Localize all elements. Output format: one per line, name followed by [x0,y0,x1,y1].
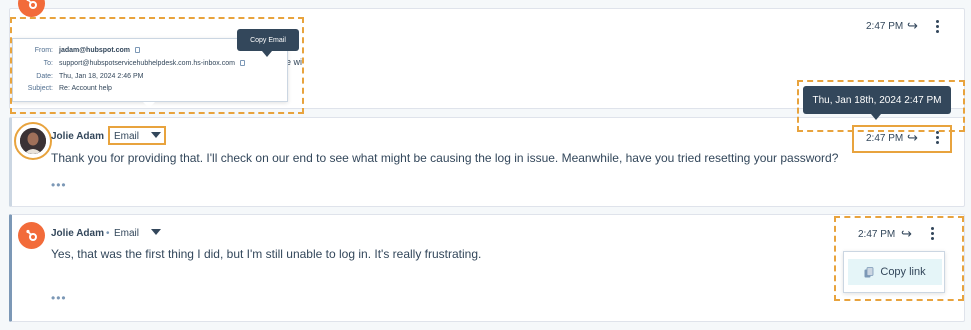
message-actions-menu: Copy link [843,251,945,293]
tooltip-arrow [262,51,272,57]
sender-name[interactable]: Jolie Adam [51,228,104,239]
timestamp-tooltip: Thu, Jan 18th, 2024 2:47 PM [803,86,951,114]
date-label: Date: [36,73,53,80]
message-time[interactable]: 2:47 PM [866,133,903,144]
hubspot-sprocket-icon [25,229,37,241]
kebab-menu-icon[interactable] [936,20,940,33]
copy-icon[interactable] [239,60,245,66]
expand-ellipsis[interactable]: ••• [51,178,67,192]
tooltip-arrow [871,114,881,120]
channel-label[interactable]: Email [114,228,139,239]
forward-icon[interactable]: ↪ [907,130,918,146]
sender-avatar [18,126,48,156]
popover-pointer [143,102,155,108]
truncated-body: e wi [286,57,303,67]
from-value: jadam@hubspot.com [59,47,140,54]
message-body: Yes, that was the first thing I did, but… [51,247,482,261]
caret-down-icon[interactable] [151,229,161,235]
hubspot-sprocket-icon [26,0,37,9]
hubspot-avatar [18,222,45,249]
separator: • [106,228,110,239]
message-body: Thank you for providing that. I'll check… [51,151,839,165]
channel-label[interactable]: Email [114,131,139,142]
caret-down-icon[interactable] [151,132,161,138]
expand-ellipsis[interactable]: ••• [51,291,67,305]
copy-email-tooltip: Copy Email [237,29,299,51]
forward-icon[interactable]: ↪ [907,18,918,34]
subject-value: Re: Account help [59,85,112,92]
kebab-menu-icon[interactable] [931,227,935,240]
forward-icon[interactable]: ↪ [901,226,912,242]
copy-link-label: Copy link [880,266,926,278]
message-time[interactable]: 2:47 PM [858,229,895,240]
kebab-menu-icon[interactable] [936,131,940,144]
sender-name[interactable]: Jolie Adam [51,131,104,142]
subject-label: Subject: [27,85,53,92]
from-label: From: [34,47,53,54]
to-label: To: [43,60,53,67]
copy-icon [864,266,874,277]
to-value: support@hubspotservicehubhelpdesk.com.hs… [59,60,245,67]
copy-icon[interactable] [135,47,140,53]
date-value: Thu, Jan 18, 2024 2:46 PM [59,73,144,80]
copy-link-button[interactable]: Copy link [848,259,942,285]
message-time[interactable]: 2:47 PM [866,21,903,32]
